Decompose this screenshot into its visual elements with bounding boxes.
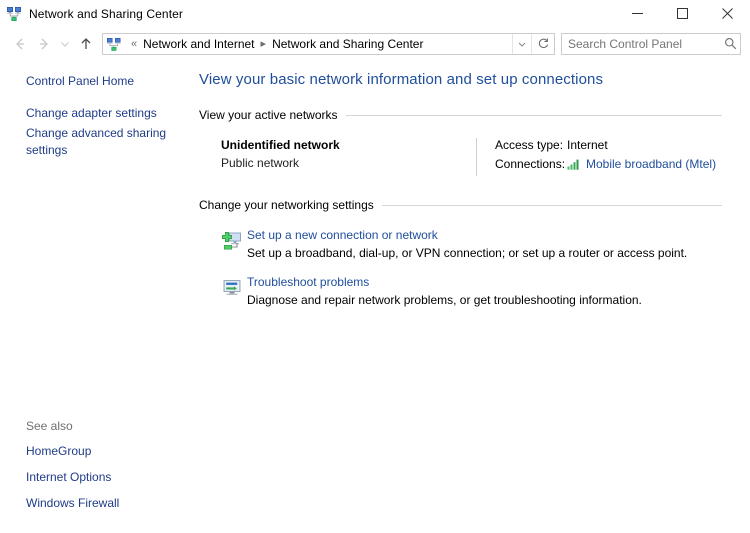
breadcrumb: « Network and Internet ▸ Network and Sha…: [126, 36, 512, 52]
up-button[interactable]: [74, 32, 98, 56]
search-box[interactable]: [561, 32, 741, 55]
task-body: Set up a new connection or network Set u…: [247, 228, 722, 261]
task-link-troubleshoot-problems[interactable]: Troubleshoot problems: [247, 275, 369, 289]
see-also-item-internet-options[interactable]: Internet Options: [0, 469, 191, 486]
breadcrumb-item-network-and-sharing-center[interactable]: Network and Sharing Center: [271, 36, 424, 52]
address-bar[interactable]: « Network and Internet ▸ Network and Sha…: [102, 32, 555, 55]
search-input[interactable]: [562, 36, 720, 51]
sidebar-item-change-adapter-settings[interactable]: Change adapter settings: [0, 105, 191, 122]
sidebar-item-control-panel-home[interactable]: Control Panel Home: [0, 73, 191, 90]
window-controls: [615, 0, 750, 27]
signal-bars-icon: [567, 158, 581, 170]
access-type-value: Internet: [567, 138, 608, 152]
breadcrumb-separator-icon: ▸: [260, 38, 267, 50]
network-identity: Unidentified network Public network: [221, 138, 476, 176]
network-name: Unidentified network: [221, 138, 340, 152]
task-body: Troubleshoot problems Diagnose and repai…: [247, 275, 722, 308]
access-type-label: Access type:: [495, 138, 564, 152]
networking-settings-heading: Change your networking settings: [199, 198, 722, 212]
close-button[interactable]: [705, 0, 750, 27]
active-networks-heading: View your active networks: [199, 108, 722, 122]
connections-row: Connections: Mobile broadband (Mtel): [495, 157, 722, 171]
connections-label: Connections:: [495, 157, 566, 171]
navigation-toolbar: « Network and Internet ▸ Network and Sha…: [0, 28, 750, 59]
page-title: View your basic network information and …: [199, 71, 604, 88]
main-content: View your basic network information and …: [193, 59, 750, 533]
network-sharing-icon: [106, 36, 122, 52]
task-description: Set up a broadband, dial-up, or VPN conn…: [247, 246, 688, 260]
refresh-icon[interactable]: [531, 33, 554, 54]
window-body: Control Panel Home Change adapter settin…: [0, 59, 750, 533]
task-set-up-new-connection: Set up a new connection or network Set u…: [199, 228, 722, 261]
breadcrumb-item-network-and-internet[interactable]: Network and Internet: [142, 36, 255, 52]
address-dropdown-chevron-down-icon[interactable]: [512, 33, 531, 54]
see-also-title: See also: [26, 419, 73, 433]
sidebar-item-change-advanced-sharing-settings[interactable]: Change advanced sharing settings: [0, 125, 191, 159]
network-profile-type: Public network: [221, 156, 300, 170]
heading-rule: [345, 114, 722, 116]
task-description: Diagnose and repair network problems, or…: [247, 293, 642, 307]
minimize-button[interactable]: [615, 0, 660, 27]
network-details: Access type: Internet Connections: Mobil…: [476, 138, 722, 176]
see-also-item-homegroup[interactable]: HomeGroup: [0, 443, 191, 460]
network-sharing-icon: [6, 6, 22, 22]
access-type-row: Access type: Internet: [495, 138, 722, 152]
troubleshoot-icon: [221, 275, 247, 308]
recent-locations-chevron-down-icon[interactable]: [56, 32, 74, 56]
active-network-panel: Unidentified network Public network Acce…: [199, 138, 722, 176]
search-icon[interactable]: [720, 37, 740, 50]
heading-rule: [381, 204, 722, 206]
task-troubleshoot-problems: Troubleshoot problems Diagnose and repai…: [199, 275, 722, 308]
active-networks-heading-label: View your active networks: [199, 108, 338, 122]
forward-button[interactable]: [32, 32, 56, 56]
see-also-item-windows-firewall[interactable]: Windows Firewall: [0, 495, 191, 512]
see-also-section: See also HomeGroup Internet Options Wind…: [0, 419, 193, 521]
task-link-set-up-new-connection[interactable]: Set up a new connection or network: [247, 228, 438, 242]
networking-settings-heading-label: Change your networking settings: [199, 198, 374, 212]
connection-link-mobile-broadband[interactable]: Mobile broadband (Mtel): [586, 157, 716, 171]
window-title: Network and Sharing Center: [29, 6, 184, 21]
maximize-button[interactable]: [660, 0, 705, 27]
title-bar: Network and Sharing Center: [0, 0, 750, 28]
sidebar: Control Panel Home Change adapter settin…: [0, 59, 193, 533]
breadcrumb-overflow-icon[interactable]: «: [126, 38, 142, 50]
new-connection-icon: [221, 228, 247, 261]
back-button[interactable]: [8, 32, 32, 56]
